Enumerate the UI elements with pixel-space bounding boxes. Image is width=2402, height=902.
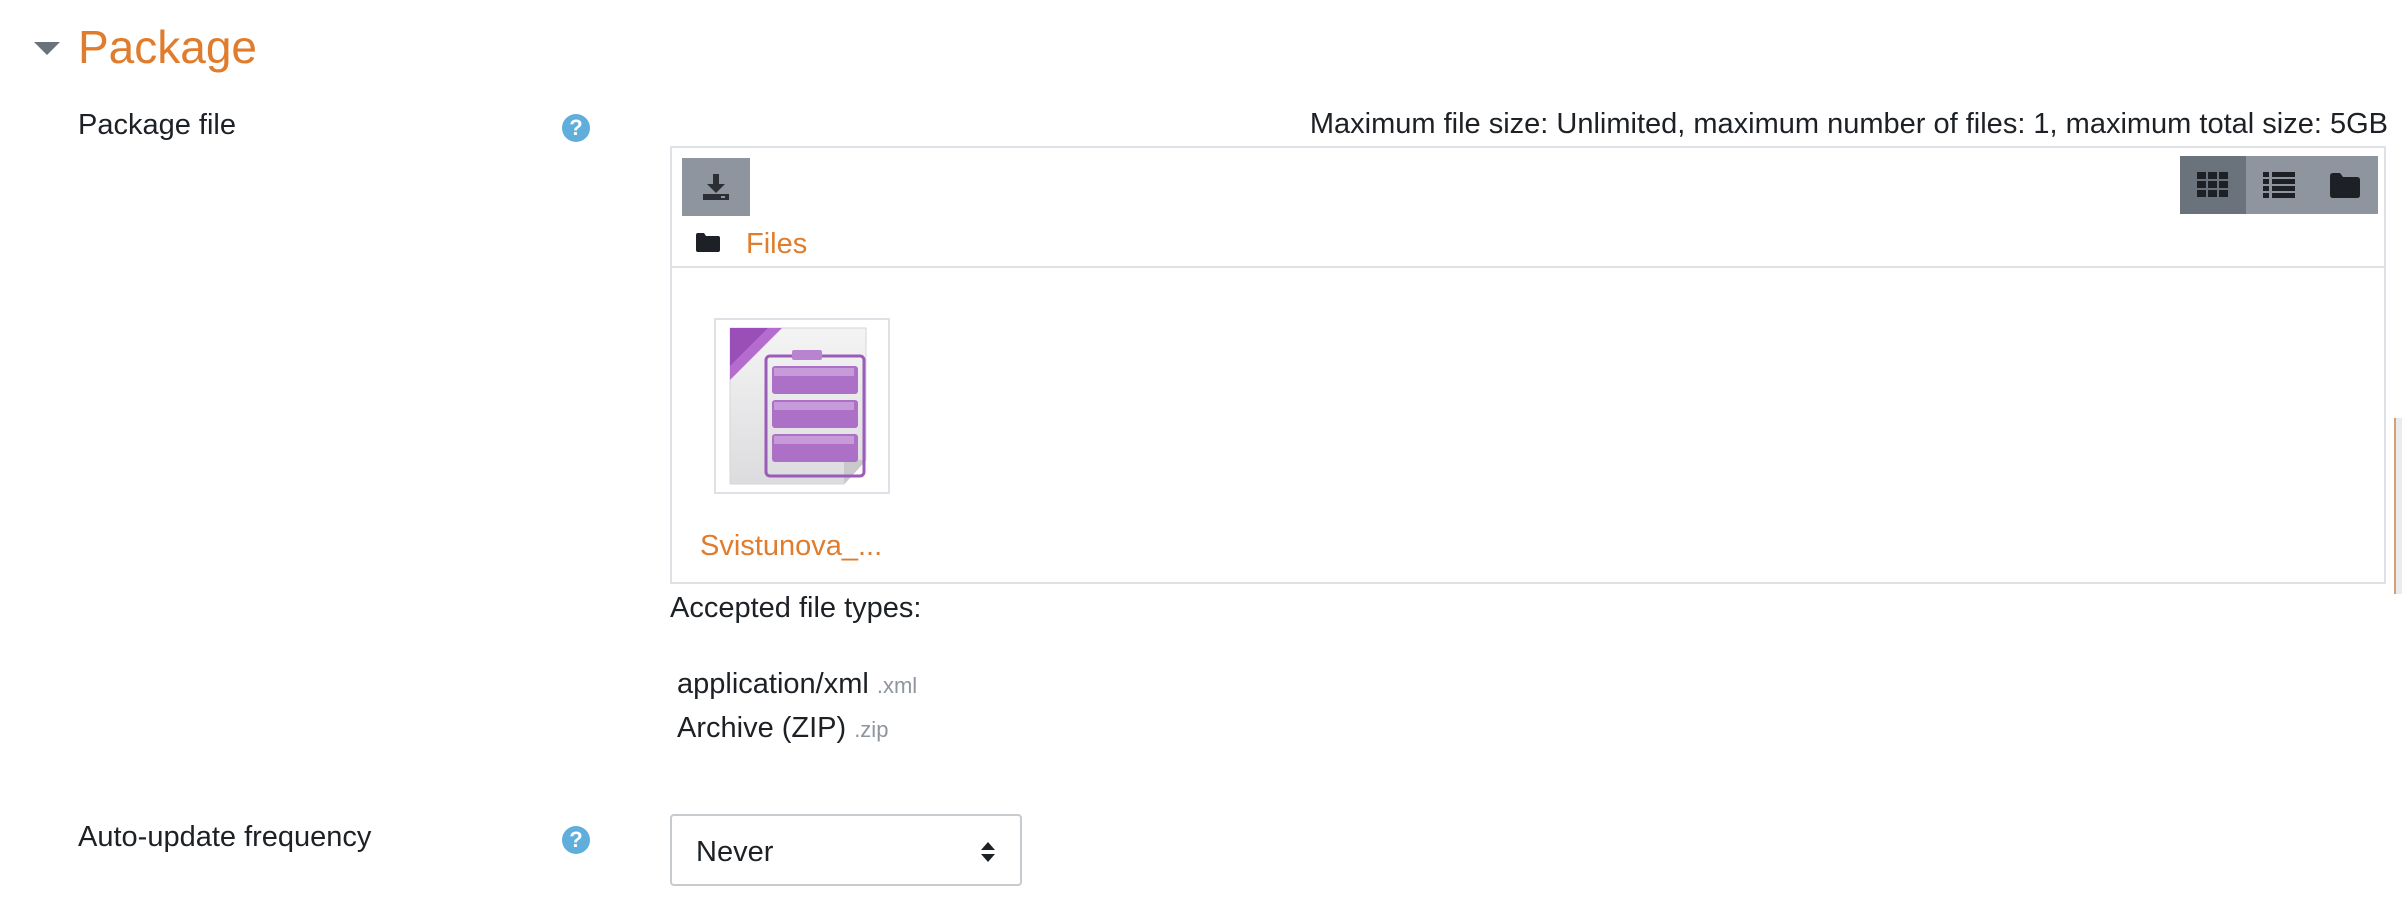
grid-view-button[interactable] xyxy=(2180,156,2246,214)
tree-view-button[interactable] xyxy=(2312,156,2378,214)
list-view-button[interactable] xyxy=(2246,156,2312,214)
auto-update-select[interactable]: Never xyxy=(670,814,1022,886)
download-button[interactable] xyxy=(682,158,750,216)
accepted-type-item: application/xml .xml xyxy=(677,668,917,701)
sort-caret-icon xyxy=(981,842,995,862)
folder-icon xyxy=(2330,173,2360,198)
auto-update-label: Auto-update frequency xyxy=(78,821,372,853)
help-icon[interactable]: ? xyxy=(562,114,590,142)
file-manager: Files Svistunova_... xyxy=(670,146,2386,584)
accepted-type-ext: .zip xyxy=(854,717,889,742)
path-link-files[interactable]: Files xyxy=(746,228,807,261)
zip-archive-file-icon xyxy=(729,327,867,485)
help-icon[interactable]: ? xyxy=(562,826,590,854)
collapse-chevron-icon[interactable] xyxy=(34,42,60,55)
folder-icon xyxy=(696,233,720,252)
select-value: Never xyxy=(696,836,774,868)
download-icon xyxy=(703,174,729,200)
toolbar-divider xyxy=(672,266,2384,268)
edge-panel xyxy=(2394,418,2402,594)
max-file-info: Maximum file size: Unlimited, maximum nu… xyxy=(1309,108,2388,140)
grid-icon xyxy=(2197,172,2228,197)
accepted-types-label: Accepted file types: xyxy=(670,592,922,624)
section-title[interactable]: Package xyxy=(78,22,257,73)
package-file-label: Package file xyxy=(78,109,236,141)
file-thumbnail[interactable] xyxy=(714,318,890,494)
accepted-type-item: Archive (ZIP) .zip xyxy=(677,712,888,745)
file-name-link[interactable]: Svistunova_... xyxy=(700,530,882,563)
accepted-type-ext: .xml xyxy=(876,673,918,698)
accepted-type-name: application/xml xyxy=(677,668,869,700)
list-icon xyxy=(2263,172,2295,198)
accepted-type-name: Archive (ZIP) xyxy=(677,712,847,744)
